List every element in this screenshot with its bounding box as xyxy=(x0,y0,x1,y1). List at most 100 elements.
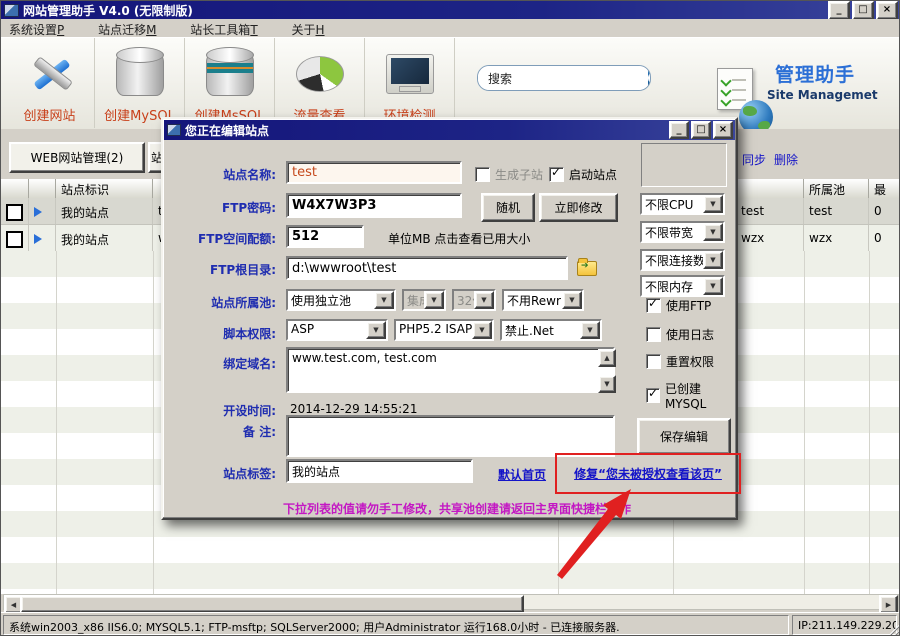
chevron-down-icon: ▼ xyxy=(703,277,723,295)
resize-grip[interactable] xyxy=(887,624,900,636)
use-ftp-checkbox[interactable]: 使用FTP xyxy=(646,297,711,314)
menu-system-settings[interactable]: 系统设置P xyxy=(9,21,64,38)
empty-group-box xyxy=(641,143,727,187)
site-tag-input[interactable] xyxy=(286,459,473,483)
pipeline-mode-dropdown[interactable]: 集成▼ xyxy=(402,289,446,311)
toolbar-create-mysql-button[interactable]: 创建MySQL xyxy=(95,38,185,128)
horizontal-scrollbar[interactable]: ◀ ▶ xyxy=(3,594,899,610)
row-play-icon[interactable] xyxy=(34,207,42,217)
row-mid-value: test xyxy=(736,198,804,224)
browse-folder-icon[interactable] xyxy=(577,261,597,276)
remark-label: 备 注: xyxy=(163,423,276,440)
header-site-label[interactable]: 站点标识 xyxy=(56,179,153,198)
remark-textarea[interactable] xyxy=(286,415,615,457)
modify-now-button[interactable]: 立即修改 xyxy=(539,193,618,222)
ftp-password-input[interactable] xyxy=(286,193,462,218)
site-tag-label: 站点标签: xyxy=(163,465,276,482)
dialog-titlebar: 您正在编辑站点 _ □ × xyxy=(164,120,735,140)
generate-subsite-checkbox[interactable]: 生成子站 xyxy=(475,166,543,183)
default-homepage-link[interactable]: 默认首页 xyxy=(498,466,546,483)
dialog-close-button[interactable]: × xyxy=(713,121,733,139)
dialog-note: 下拉列表的值请勿手工修改，共享池创建请返回主界面快捷栏操作 xyxy=(283,500,631,517)
mysql-db-icon xyxy=(116,52,164,96)
mysql-created-checkbox[interactable]: 已创建MYSQL xyxy=(646,380,736,411)
ftp-root-input[interactable] xyxy=(286,256,568,280)
fix-unauthorized-link[interactable]: 修复“您未被授权查看该页” xyxy=(574,465,722,482)
chevron-down-icon: ▼ xyxy=(472,321,492,339)
rewrite-dropdown[interactable]: 不用Rewrite▼ xyxy=(502,289,584,311)
reset-permission-checkbox[interactable]: 重置权限 xyxy=(646,353,714,370)
dialog-maximize-button[interactable]: □ xyxy=(691,121,711,139)
scrollbar-thumb[interactable] xyxy=(20,595,524,613)
toolbar-create-site-button[interactable]: 创建网站 xyxy=(5,38,95,128)
bandwidth-limit-dropdown[interactable]: 不限带宽▼ xyxy=(640,221,725,243)
header-checkbox-col xyxy=(1,179,29,198)
bind-domain-label: 绑定域名: xyxy=(163,355,276,372)
row-play-icon[interactable] xyxy=(34,234,42,244)
logo: 管理助手 Site Managemet xyxy=(715,52,895,114)
ftp-password-label: FTP密码: xyxy=(163,199,276,216)
row-checkbox[interactable] xyxy=(6,231,23,248)
chevron-down-icon: ▼ xyxy=(424,291,444,309)
dialog-minimize-button[interactable]: _ xyxy=(669,121,689,139)
search-box xyxy=(477,65,651,91)
maximize-button[interactable]: □ xyxy=(852,1,874,20)
delete-link[interactable]: 删除 xyxy=(774,151,798,168)
dotnet-dropdown[interactable]: 禁止.Net▼ xyxy=(500,319,602,341)
search-input[interactable] xyxy=(478,66,648,90)
fix-link-highlight-box: 修复“您未被授权查看该页” xyxy=(555,453,741,494)
bind-domain-textarea[interactable]: www.test.com, test.com xyxy=(286,347,615,393)
mssql-db-icon xyxy=(206,52,254,96)
close-button[interactable]: × xyxy=(876,1,898,20)
pool-dropdown[interactable]: 使用独立池▼ xyxy=(286,289,396,311)
created-time-value: 2014-12-29 14:55:21 xyxy=(290,402,417,416)
header-max[interactable]: 最 xyxy=(869,179,900,198)
chevron-down-icon: ▼ xyxy=(703,223,723,241)
chevron-down-icon: ▼ xyxy=(366,321,386,339)
pie-chart-icon xyxy=(296,56,344,92)
search-button[interactable] xyxy=(648,66,651,90)
tab-web-site-management[interactable]: WEB网站管理(2) xyxy=(9,142,145,173)
dialog-title: 您正在编辑站点 xyxy=(185,122,269,139)
dialog-icon xyxy=(167,124,181,136)
toolbar-create-mssql-button[interactable]: 创建MsSQL xyxy=(185,38,275,128)
chevron-down-icon: ▼ xyxy=(580,321,600,339)
cpu-limit-dropdown[interactable]: 不限CPU▼ xyxy=(640,193,725,215)
sync-link[interactable]: 同步 xyxy=(742,151,766,168)
header-arrow-col xyxy=(29,179,56,198)
random-button[interactable]: 随机 xyxy=(481,193,535,222)
status-text: 系统win2003_x86 IIS6.0; MYSQL5.1; FTP-msft… xyxy=(3,615,789,635)
menu-about[interactable]: 关于H xyxy=(291,21,324,38)
script-permission-label: 脚本权限: xyxy=(163,325,276,342)
toolbar-env-check-button[interactable]: 环境检测 xyxy=(365,38,455,128)
memory-limit-dropdown[interactable]: 不限内存▼ xyxy=(640,275,725,297)
row-pool-value: wzx xyxy=(804,225,869,251)
connections-limit-dropdown[interactable]: 不限连接数▼ xyxy=(640,249,725,271)
site-name-input[interactable] xyxy=(286,161,462,184)
bitness-dropdown[interactable]: 32位▼ xyxy=(452,289,496,311)
monitor-icon xyxy=(386,54,434,94)
header-pool[interactable]: 所属池 xyxy=(804,179,869,198)
asp-dropdown[interactable]: ASP▼ xyxy=(286,319,388,341)
menu-webmaster-tools[interactable]: 站长工具箱T xyxy=(190,21,257,38)
status-bar: 系统win2003_x86 IIS6.0; MYSQL5.1; FTP-msft… xyxy=(1,612,900,636)
row-mid-value: wzx xyxy=(736,225,804,251)
ftp-quota-input[interactable] xyxy=(286,225,364,248)
php-dropdown[interactable]: PHP5.2 ISAPI▼ xyxy=(394,319,494,341)
scroll-down-icon[interactable]: ▼ xyxy=(598,375,616,393)
menu-site-migration[interactable]: 站点迁移M xyxy=(98,21,156,38)
chevron-down-icon: ▼ xyxy=(562,291,582,309)
start-site-checkbox[interactable]: 启动站点 xyxy=(549,166,617,183)
row-checkbox[interactable] xyxy=(6,204,23,221)
ftp-quota-label: FTP空间配额: xyxy=(163,230,276,247)
scroll-up-icon[interactable]: ▲ xyxy=(598,349,616,367)
row-pool-value: test xyxy=(804,198,869,224)
save-edit-button[interactable]: 保存编辑 xyxy=(637,418,731,455)
use-log-checkbox[interactable]: 使用日志 xyxy=(646,326,714,343)
menu-bar: 系统设置P 站点迁移M 站长工具箱T 关于H xyxy=(1,19,900,37)
chevron-down-icon: ▼ xyxy=(703,251,723,269)
quota-hint[interactable]: 单位MB 点击查看已用大小 xyxy=(388,230,530,247)
minimize-button[interactable]: _ xyxy=(828,1,850,20)
site-name-label: 站点名称: xyxy=(163,166,276,183)
toolbar-traffic-button[interactable]: 流量查看 xyxy=(275,38,365,128)
